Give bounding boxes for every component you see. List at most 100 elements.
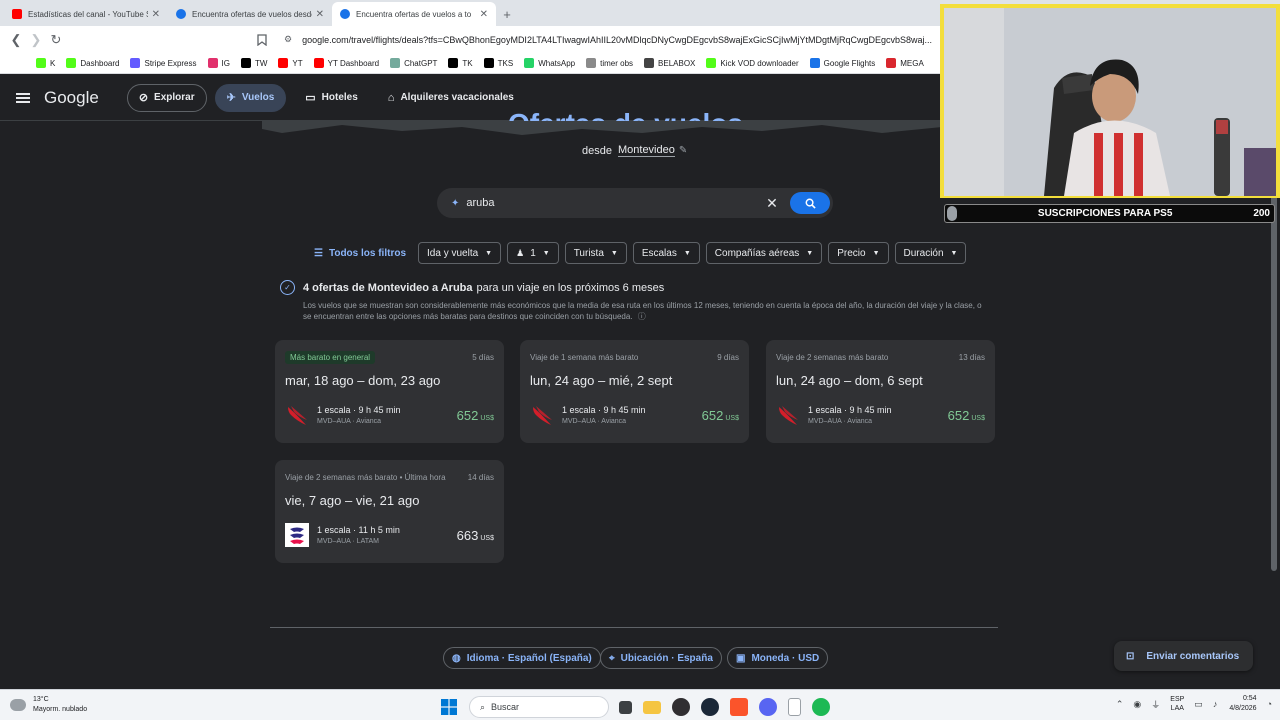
nav-alquileres[interactable]: ⌂ Alquileres vacacionales [377,84,525,112]
chevron-down-icon: ▼ [542,249,550,257]
notifications-icon[interactable]: ◔ [1267,699,1272,709]
steam-icon[interactable] [701,698,719,716]
bookmark-item[interactable]: MEGA [886,58,924,68]
monitor-icon[interactable]: ▭ [1194,699,1203,710]
language-indicator[interactable]: ESP LAA [1170,695,1184,713]
windows-start-icon[interactable] [440,698,458,716]
bookmark-label: K [50,58,56,68]
bookmark-label: TKS [497,58,514,68]
deal-card[interactable]: Viaje de 2 semanas más barato 13 días lun,… [766,340,995,443]
deal-card[interactable]: Viaje de 1 semana más barato 9 días lun, 2… [520,340,749,443]
deal-card[interactable]: Viaje de 2 semanas más barato • Última h… [275,460,504,563]
bookmark-item[interactable]: Google Flights [809,58,876,68]
close-icon[interactable]: ✕ [316,9,324,20]
google-logo[interactable]: Google [44,88,99,108]
feedback-label: Enviar comentarios [1146,650,1240,662]
bookmark-item[interactable]: Dashboard [66,58,119,68]
search-input[interactable]: aruba [466,197,762,209]
search-button[interactable] [790,192,830,214]
nav-hoteles[interactable]: ▭ Hoteles [294,84,369,112]
weather-widget[interactable]: 13°C Mayorm. nublado [10,695,210,715]
site-info-icon[interactable]: ⚙ [284,34,292,45]
bookmark-item[interactable]: YT Dashboard [313,58,379,68]
bookmark-item[interactable]: Kick VOD downloader [706,58,799,68]
filter-trip-type[interactable]: Ida y vuelta ▼ [418,242,502,264]
clear-icon[interactable]: ✕ [762,195,782,212]
bookmark-item[interactable]: IG [207,58,230,68]
flight-icon: ✈ [226,92,236,104]
document-icon[interactable] [788,698,801,716]
tab-title: Encuentra ofertas de vuelos a to [356,9,472,19]
location-button[interactable]: ⌖ Ubicación · España [600,647,722,669]
discord-icon[interactable] [759,698,777,716]
language-button[interactable]: ◍ Idioma · Español (España) [443,647,601,669]
bookmark-icon[interactable] [252,30,272,50]
bookmark-item[interactable]: timer obs [586,58,633,68]
bookmark-item[interactable]: ChatGPT [390,58,437,68]
currency-button[interactable]: ▣ Moneda · USD [727,647,829,669]
filter-bar: ☰ Todos los filtros Ida y vuelta ▼ ♟ 1 ▼ Tur… [314,242,972,264]
forward-button[interactable]: ❯ [26,30,46,50]
clock[interactable]: 0:54 4/8/2026 [1229,694,1256,714]
chevron-up-icon[interactable]: ⌃ [1116,699,1124,710]
filter-class[interactable]: Turista ▼ [564,242,627,264]
currency-icon: ▣ [736,652,746,664]
nav-explorar[interactable]: ⊘ Explorar [126,83,207,112]
edit-icon[interactable]: ✎ [679,145,687,156]
progress-knob [947,206,957,221]
browser-tab-youtube-studio[interactable]: Estadísticas del canal - YouTube Studio … [4,2,168,26]
bookmark-label: Stripe Express [144,58,197,68]
network-icon[interactable]: ◉ [1133,699,1141,710]
chevron-down-icon: ▼ [806,249,814,257]
tab-title: Encuentra ofertas de vuelos desde M [192,9,312,19]
verified-icon: ✓ [280,280,295,295]
new-tab-button[interactable]: + [496,2,518,26]
all-filters-button[interactable]: ☰ Todos los filtros [314,248,406,259]
obs-icon[interactable] [672,698,690,716]
bookmark-label: Google Flights [823,58,876,68]
deal-duration: 9 días [717,352,739,362]
hero-illustration [262,121,942,135]
menu-icon[interactable] [16,91,30,105]
spotify-icon[interactable] [812,698,830,716]
volume-icon[interactable]: ♪ [1213,699,1218,709]
info-icon[interactable]: ⓘ [638,312,646,321]
close-icon[interactable]: ✕ [152,9,160,20]
nav-label: Hoteles [321,92,358,103]
microphone-icon[interactable]: ⏚ [1151,698,1160,711]
lang-layout: LAA [1170,705,1184,712]
bookmark-label: timer obs [600,58,634,68]
bookmark-item[interactable]: TK [448,58,473,68]
deal-card[interactable]: Más barato en general 5 días mar, 18 ago –… [275,340,504,443]
bookmark-item[interactable]: TW [240,58,267,68]
browser-tab-flights-active[interactable]: Encuentra ofertas de vuelos a to ✕ [332,2,496,26]
filter-price[interactable]: Precio ▼ [828,242,889,264]
filter-airlines[interactable]: Compañías aéreas ▼ [705,242,823,264]
bookmark-item[interactable]: BELABOX [644,58,695,68]
deal-price-currency: US$ [480,534,494,542]
chip-label: Ida y vuelta [427,247,479,259]
filter-duration[interactable]: Duración ▼ [894,242,967,264]
nav-vuelos[interactable]: ✈ Vuelos [214,83,287,112]
url-field[interactable]: ⚙ google.com/travel/flights/deals?tfs=CB… [284,34,944,45]
origin-city[interactable]: Montevideo [617,144,675,157]
filter-stops[interactable]: Escalas ▼ [632,242,700,264]
filter-passengers[interactable]: ♟ 1 ▼ [507,242,559,264]
browser-tab-flights-deals[interactable]: Encuentra ofertas de vuelos desde M ✕ [168,2,332,26]
feedback-button[interactable]: ⊡ Enviar comentarios [1114,641,1253,671]
task-view-icon[interactable] [619,700,632,714]
bookmark-item[interactable]: Stripe Express [130,58,197,68]
bookmark-item[interactable]: YT [278,58,303,68]
deal-price-currency: US$ [480,414,494,422]
reload-button[interactable]: ↻ [46,30,66,50]
close-icon[interactable]: ✕ [480,9,488,20]
back-button[interactable]: ❮ [6,30,26,50]
airline-logo-icon [288,406,307,425]
file-explorer-icon[interactable] [643,700,661,714]
deal-duration: 13 días [958,352,985,362]
brave-icon[interactable] [730,698,748,716]
bookmark-item[interactable]: TKS [483,58,514,68]
taskbar-search[interactable]: ⌕ Buscar [469,696,609,718]
bookmark-item[interactable]: WhatsApp [524,58,575,68]
bookmark-item[interactable]: K [36,58,55,68]
